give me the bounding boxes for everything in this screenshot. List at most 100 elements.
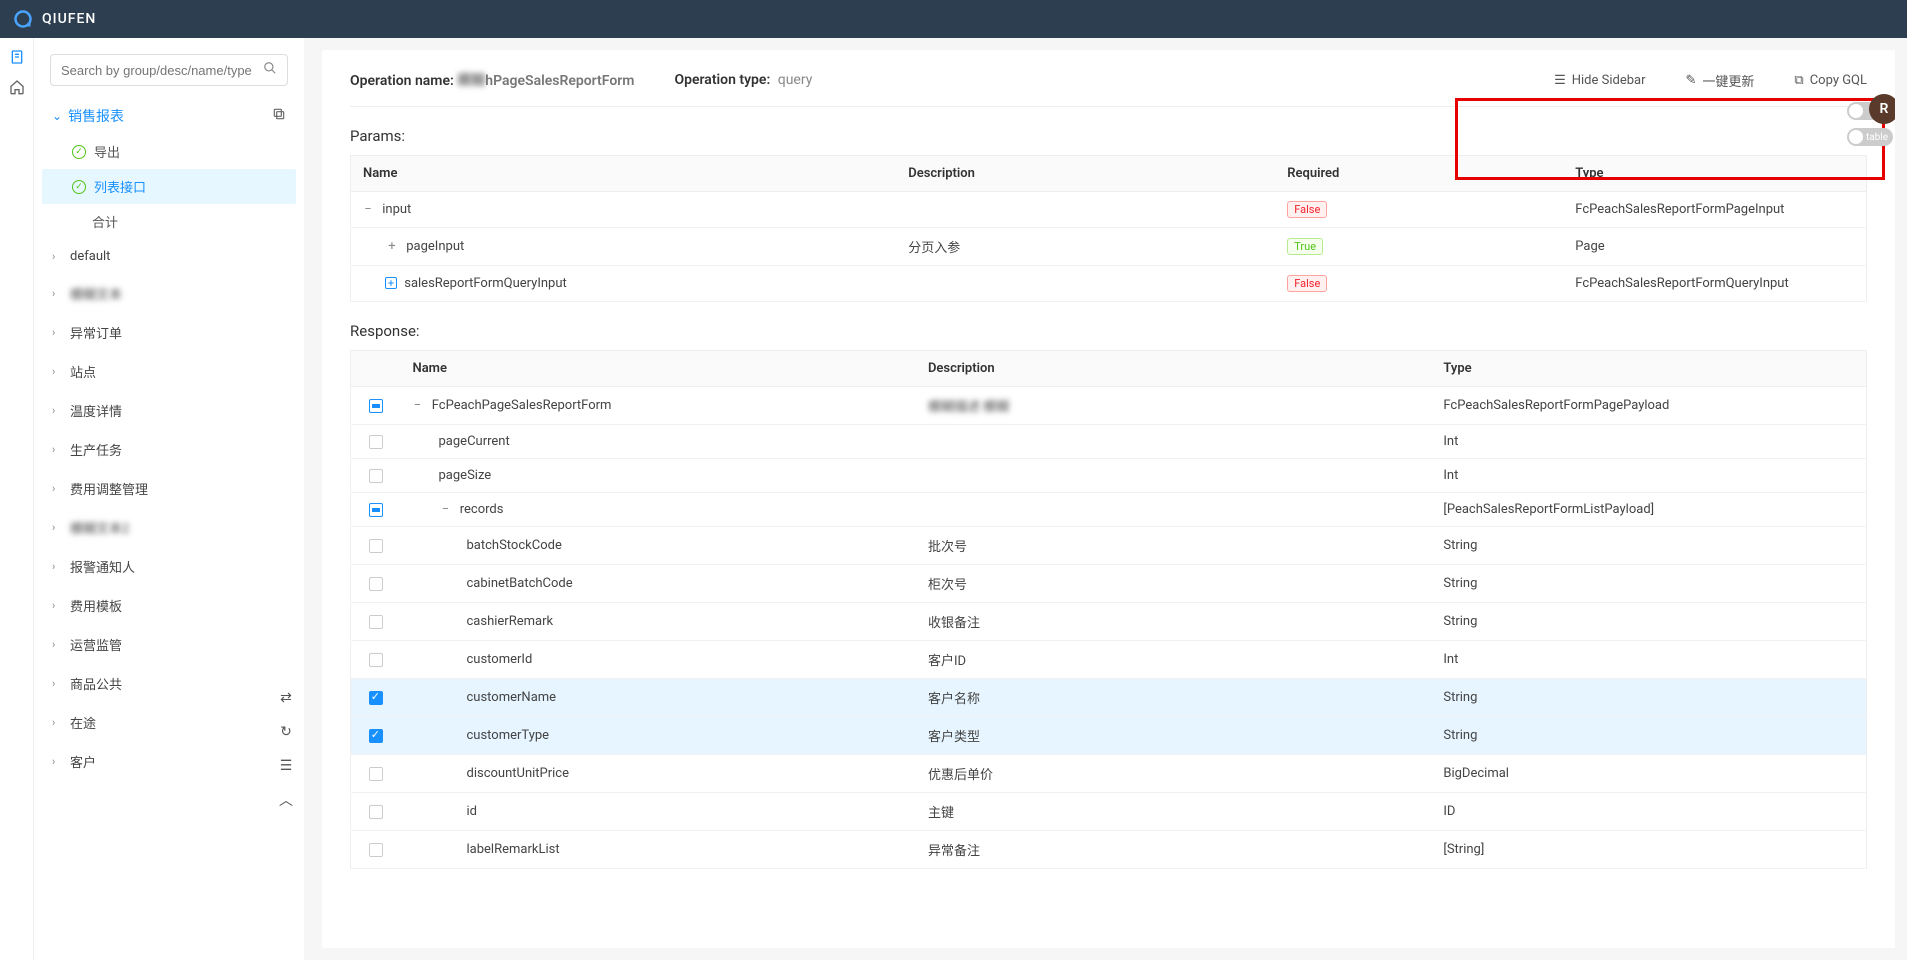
param-type: Page (1563, 228, 1866, 266)
table-row: − records [PeachSalesReportFormListPaylo… (351, 493, 1867, 527)
tree-section[interactable]: › 报警通知人 (42, 547, 296, 586)
table-row: + salesReportFormQueryInput False FcPeac… (351, 266, 1867, 302)
row-checkbox[interactable] (369, 399, 383, 413)
tree-section-label: 模糊文本 (70, 284, 122, 303)
params-title: Params: (350, 127, 1867, 145)
expand-icon[interactable]: + (385, 277, 397, 289)
row-checkbox[interactable] (369, 805, 383, 819)
operation-name: Operation name: 模糊hPageSalesReportForm (350, 70, 634, 90)
expand-icon[interactable]: + (385, 239, 399, 254)
operation-actions: ☰Hide Sidebar ✎ 一键更新 ⧉Copy GQL (1554, 71, 1867, 90)
tree-section[interactable]: ›站点 (42, 352, 296, 391)
copy-icon[interactable] (272, 107, 286, 125)
tree-section[interactable]: ›模糊文本2 (42, 508, 296, 547)
field-type: String (1431, 717, 1866, 755)
chevron-right-icon: › (52, 599, 62, 612)
tree-section-label: 生产任务 (70, 440, 122, 459)
hide-sidebar-button[interactable]: ☰Hide Sidebar (1554, 73, 1645, 88)
tree-item-list-api[interactable]: 列表接口 (42, 169, 296, 204)
field-name: pageCurrent (439, 434, 510, 449)
search-input[interactable] (61, 63, 263, 78)
tree-section[interactable]: ›运营监管 (42, 625, 296, 664)
table-toggle[interactable]: table (1847, 128, 1893, 146)
tree-item-total[interactable]: 合计 (42, 204, 296, 239)
tree-item-export[interactable]: 导出 (42, 134, 296, 169)
tree-section-label: 费用调整管理 (70, 479, 148, 498)
chevron-down-icon: ⌄ (52, 109, 62, 123)
tree-section[interactable]: ›在途 (42, 703, 296, 742)
tree-item-label: 列表接口 (94, 177, 146, 196)
refresh-icon[interactable]: ↻ (276, 722, 296, 742)
avatar[interactable]: R (1869, 94, 1895, 124)
row-checkbox[interactable] (369, 539, 383, 553)
row-checkbox[interactable] (369, 767, 383, 781)
tree-section[interactable]: › 模糊文本 (42, 274, 296, 313)
chevron-right-icon: › (52, 326, 62, 339)
tree-section-label: 报警通知人 (70, 557, 135, 576)
sidebar: ⌄ 销售报表 导出 列表接口 合计 ›default › 模糊文本 ›异常订单 ›… (34, 38, 304, 960)
action-label: 一键更新 (1702, 71, 1754, 90)
th-type: Type (1431, 351, 1866, 387)
tree-group-sales-report[interactable]: ⌄ 销售报表 (42, 98, 296, 134)
tree-section-label: 客户 (70, 752, 96, 771)
refresh-button[interactable]: ✎ 一键更新 (1686, 71, 1755, 90)
row-checkbox[interactable] (369, 729, 383, 743)
expand-icon[interactable]: − (411, 398, 425, 413)
field-name: customerName (467, 690, 557, 705)
chevron-right-icon: › (52, 287, 62, 300)
field-desc: 客户类型 (928, 730, 980, 745)
field-type: Int (1431, 641, 1866, 679)
search-box[interactable] (50, 54, 288, 86)
tree-section[interactable]: ›费用调整管理 (42, 469, 296, 508)
row-checkbox[interactable] (369, 435, 383, 449)
expand-icon[interactable]: − (439, 502, 453, 517)
field-name: cabinetBatchCode (467, 576, 573, 591)
tree-section[interactable]: ›商品公共 (42, 664, 296, 703)
chevron-right-icon: › (52, 443, 62, 456)
field-desc: 客户ID (928, 654, 966, 669)
field-name: customerId (467, 652, 533, 667)
row-checkbox[interactable] (369, 843, 383, 857)
tree-section[interactable]: ›费用模板 (42, 586, 296, 625)
row-checkbox[interactable] (369, 691, 383, 705)
tree-section[interactable]: ›异常订单 (42, 313, 296, 352)
app-title: QIUFEN (42, 11, 96, 27)
expand-icon[interactable]: − (361, 202, 375, 217)
document-icon[interactable] (8, 48, 26, 66)
table-row: − FcPeachPageSalesReportForm 模糊描述 模糊 FcP… (351, 387, 1867, 425)
tree-section[interactable]: ›温度详情 (42, 391, 296, 430)
param-desc (896, 192, 1275, 228)
field-desc: 优惠后单价 (928, 768, 993, 783)
transfer-icon[interactable]: ⇄ (276, 688, 296, 708)
field-type: [String] (1431, 831, 1866, 869)
indent-icon[interactable]: ☰ (276, 756, 296, 776)
copy-gql-button[interactable]: ⧉Copy GQL (1794, 73, 1867, 88)
tree-section[interactable]: ›客户 (42, 742, 296, 781)
operation-name-value: hPageSalesReportForm (485, 73, 634, 89)
field-name: batchStockCode (467, 538, 562, 553)
chevron-right-icon: › (52, 560, 62, 573)
row-checkbox[interactable] (369, 503, 383, 517)
field-name: cashierRemark (467, 614, 554, 629)
action-label: Hide Sidebar (1572, 73, 1646, 88)
chevron-right-icon: › (52, 250, 62, 263)
param-desc: 分页入参 (896, 228, 1275, 266)
row-checkbox[interactable] (369, 577, 383, 591)
tree-section[interactable]: ›default (42, 239, 296, 274)
home-icon[interactable] (8, 78, 26, 96)
row-checkbox[interactable] (369, 469, 383, 483)
table-row: id 主键 ID (351, 793, 1867, 831)
field-name: records (460, 502, 504, 517)
table-row: batchStockCode 批次号 String (351, 527, 1867, 565)
tree-section[interactable]: › 生产任务 (42, 430, 296, 469)
chevron-up-icon[interactable]: ︿ (276, 790, 296, 810)
required-tag: False (1287, 201, 1327, 218)
row-checkbox[interactable] (369, 615, 383, 629)
field-desc: 客户名称 (928, 692, 980, 707)
row-checkbox[interactable] (369, 653, 383, 667)
th-name: Name (401, 351, 916, 387)
edit-icon: ✎ (1686, 73, 1697, 88)
top-header: QIUFEN (0, 0, 1907, 38)
table-row: discountUnitPrice 优惠后单价 BigDecimal (351, 755, 1867, 793)
field-name: pageSize (439, 468, 492, 483)
